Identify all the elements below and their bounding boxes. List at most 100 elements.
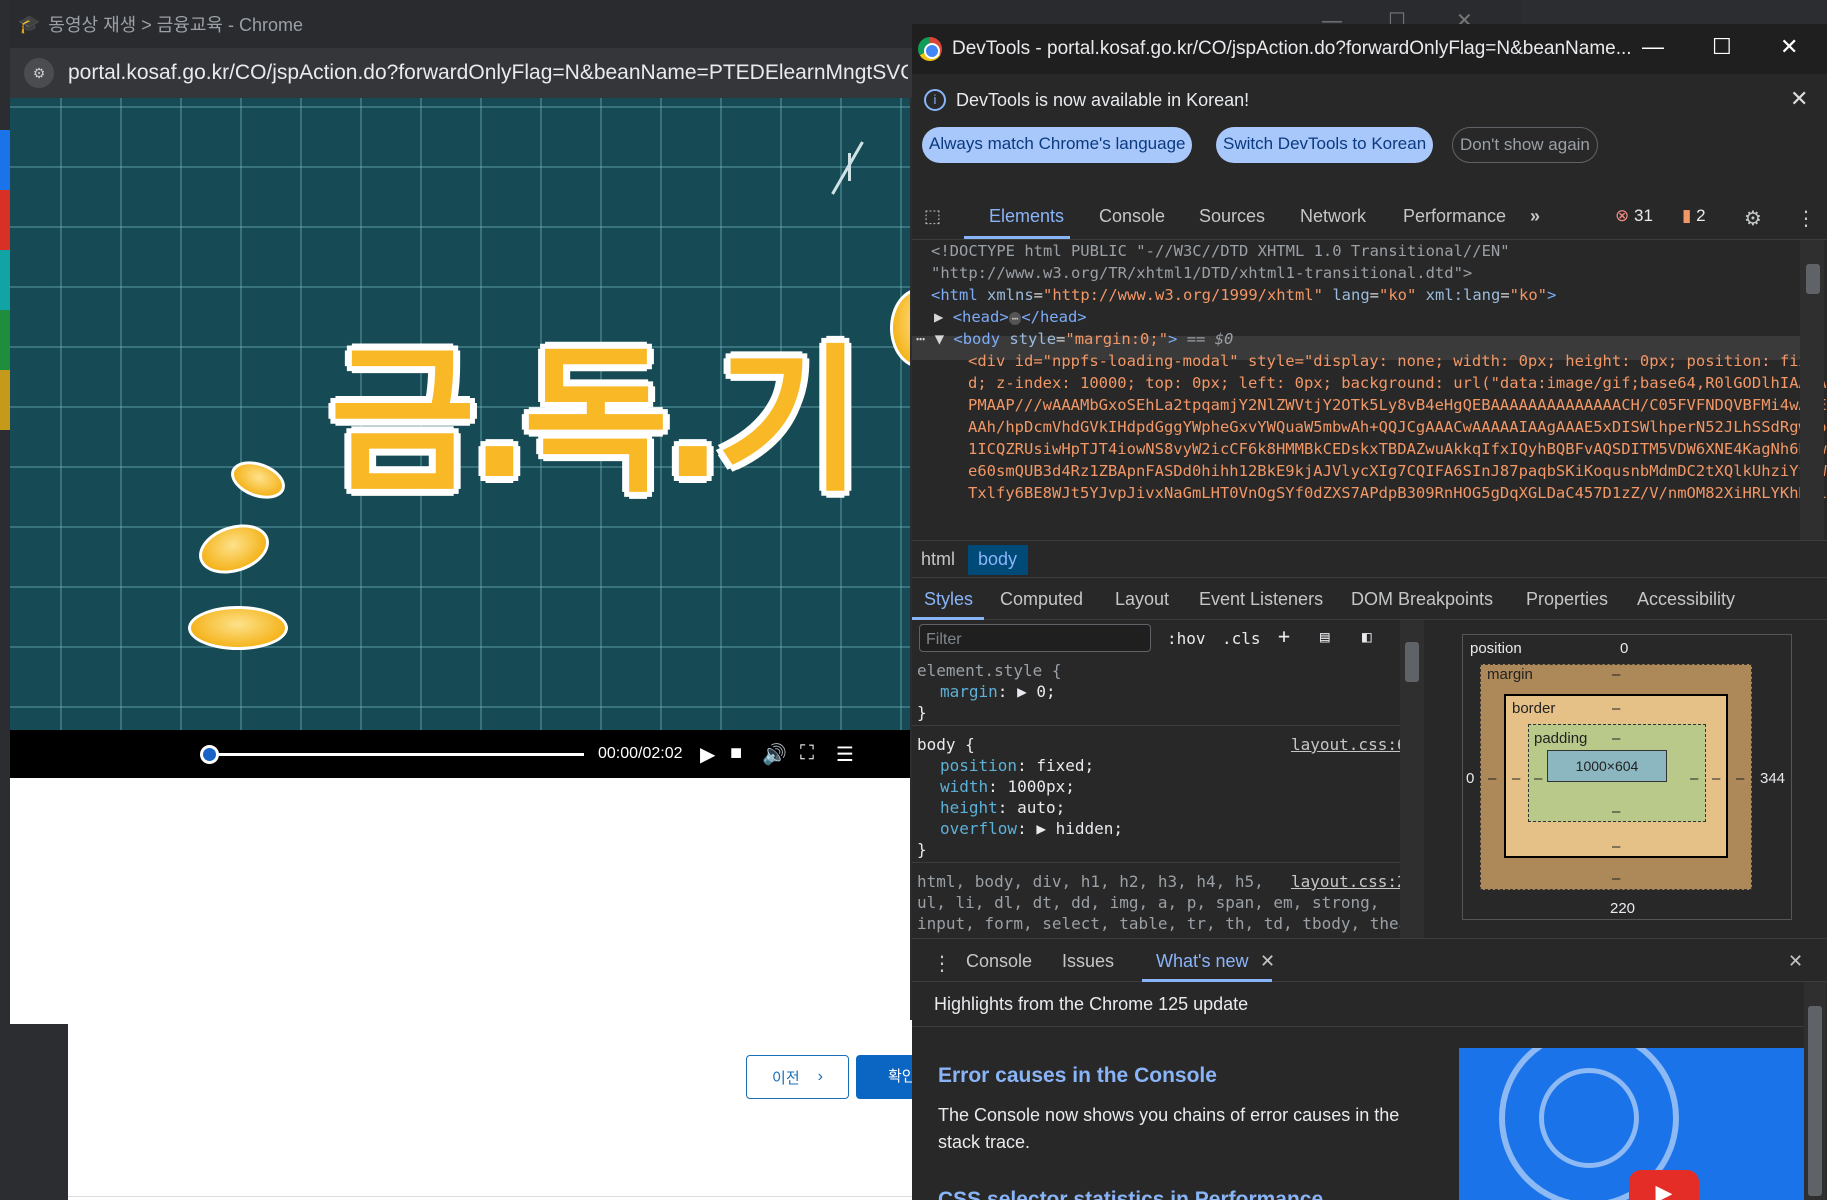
drawer-tab-issues[interactable]: Issues	[1062, 951, 1114, 972]
background-color-strip	[0, 130, 10, 430]
close-drawer-icon[interactable]: ✕	[1788, 951, 1803, 972]
whats-new-panel: Highlights from the Chrome 125 update Er…	[912, 982, 1827, 1200]
site-info-icon[interactable]: ⚙	[24, 58, 54, 88]
tab-network[interactable]: Network	[1300, 206, 1366, 227]
subtab-accessibility[interactable]: Accessibility	[1637, 589, 1735, 610]
div-node-line: 1ICQZRUsiwHpTJT4iowNS8vyW2icCF6k8HMMBkCE…	[968, 440, 1827, 458]
captions-icon[interactable]: ☰	[836, 742, 854, 767]
error-icon: ⊗	[1615, 206, 1630, 225]
video-thumbnail[interactable]: ▶	[1459, 1048, 1809, 1200]
tab-sources[interactable]: Sources	[1199, 206, 1265, 227]
dom-scrollbar[interactable]	[1800, 240, 1824, 540]
error-counter[interactable]: ⊗ 31	[1615, 206, 1653, 226]
whats-new-heading: Highlights from the Chrome 125 update	[934, 994, 1249, 1014]
drawer-tab-whats-new[interactable]: What's new	[1156, 951, 1248, 972]
rule-close: }	[917, 840, 927, 859]
subtab-properties[interactable]: Properties	[1526, 589, 1608, 610]
html-node[interactable]: <html xmlns="http://www.w3.org/1999/xhtm…	[931, 284, 1556, 306]
close-tab-icon[interactable]: ✕	[1260, 951, 1275, 972]
style-declaration[interactable]: position: fixed;	[940, 755, 1094, 776]
video-player[interactable]: 금.독.기	[10, 98, 910, 730]
crumb-body[interactable]: body	[978, 549, 1017, 570]
subtab-dom-breakpoints[interactable]: DOM Breakpoints	[1351, 589, 1493, 610]
play-icon[interactable]: ▶	[700, 742, 715, 767]
prev-button-label: 이전	[772, 1069, 800, 1087]
devtools-titlebar: DevTools - portal.kosaf.go.kr/CO/jspActi…	[912, 24, 1827, 74]
maximize-icon[interactable]: ☐	[1712, 34, 1732, 60]
drawer-menu-icon[interactable]: ⋮	[932, 951, 952, 976]
inspect-element-icon[interactable]: ⬚	[924, 206, 941, 227]
styles-filter-input[interactable]: Filter	[919, 624, 1151, 652]
fullscreen-icon[interactable]: ⛶	[800, 742, 814, 765]
style-declaration[interactable]: height: auto;	[940, 797, 1065, 818]
progress-track[interactable]	[208, 753, 584, 756]
drawer-tabs: ⋮ Console Issues What's new ✕ ✕	[912, 938, 1827, 982]
border-right-value: –	[1712, 770, 1721, 787]
tab-elements[interactable]: Elements	[989, 206, 1064, 227]
prev-button[interactable]: 이전 ›	[746, 1055, 849, 1099]
always-match-language-button[interactable]: Always match Chrome's language	[922, 127, 1193, 163]
div-node-line: e60smQUB3d4Rz1ZBApnFASDd0hihh12BkE9kjAJV…	[968, 462, 1827, 480]
coin-image	[192, 516, 276, 582]
close-icon[interactable]: ✕	[1780, 34, 1798, 60]
head-node[interactable]: ▶ <head> ⋯ </head>	[934, 306, 1087, 330]
padding-bottom-value: –	[1612, 803, 1621, 820]
progress-knob[interactable]	[200, 745, 219, 764]
crumb-html[interactable]: html	[921, 549, 955, 570]
doctype-line: "http://www.w3.org/TR/xhtml1/DTD/xhtml1-…	[931, 264, 1473, 282]
tab-console[interactable]: Console	[1099, 206, 1165, 227]
minimize-icon[interactable]: —	[1642, 34, 1664, 60]
volume-icon[interactable]: 🔊	[762, 742, 787, 767]
margin-label: margin	[1487, 666, 1533, 683]
toggle-sidebar-icon[interactable]: ◧	[1362, 626, 1372, 647]
hov-toggle[interactable]: :hov	[1167, 628, 1206, 649]
margin-left-value: –	[1488, 770, 1497, 787]
popup-title: 동영상 재생 > 금융교육 - Chrome	[48, 15, 303, 35]
new-rule-icon[interactable]: +	[1278, 626, 1290, 647]
element-style-selector: element.style {	[917, 661, 1062, 680]
multi-selector: ul, li, dl, dt, dd, img, a, p, span, em,…	[917, 893, 1380, 912]
url-text[interactable]: portal.kosaf.go.kr/CO/jspAction.do?forwa…	[68, 61, 908, 85]
whats-new-scrollbar[interactable]	[1804, 982, 1826, 1200]
info-icon: i	[924, 89, 946, 111]
feature-link[interactable]: Error causes in the Console	[938, 1064, 1217, 1088]
more-tabs-icon[interactable]: »	[1530, 206, 1540, 227]
padding-left-value: –	[1534, 770, 1543, 787]
doctype-line: <!DOCTYPE html PUBLIC "-//W3C//DTD XHTML…	[931, 242, 1510, 260]
subtab-event-listeners[interactable]: Event Listeners	[1199, 589, 1323, 610]
paint-brush-icon[interactable]: ▤	[1320, 626, 1330, 647]
dom-tree[interactable]: <!DOCTYPE html PUBLIC "-//W3C//DTD XHTML…	[912, 240, 1827, 540]
style-declaration[interactable]: width: 1000px;	[940, 776, 1075, 797]
styles-scrollbar[interactable]	[1400, 620, 1424, 938]
position-right-value: 344	[1760, 770, 1786, 787]
dont-show-again-button[interactable]: Don't show again	[1452, 127, 1598, 163]
rule-divider	[912, 862, 1400, 863]
subtab-styles[interactable]: Styles	[924, 589, 973, 610]
gear-icon[interactable]: ⚙	[1744, 206, 1762, 231]
more-options-icon[interactable]: ⋮	[1796, 206, 1816, 231]
style-declaration[interactable]: overflow: ▶ hidden;	[940, 818, 1123, 839]
warning-count: 2	[1696, 206, 1706, 225]
source-link[interactable]: layout.css:2	[1291, 871, 1407, 892]
tab-performance[interactable]: Performance	[1403, 206, 1506, 227]
div-node-line: Txlfy6BE8WJt5YJvpJivxNaGmLHT0VnOgSYf0dZX…	[968, 484, 1827, 502]
youtube-play-icon[interactable]: ▶	[1629, 1170, 1699, 1200]
box-model-diagram: position 0 margin – – – – border – – – –…	[1432, 620, 1827, 938]
source-link[interactable]: layout.css:6	[1291, 734, 1407, 755]
feature-link[interactable]: CSS selector statistics in Performance	[938, 1188, 1323, 1200]
confirm-button[interactable]: 확인	[856, 1055, 916, 1099]
subtab-layout[interactable]: Layout	[1115, 589, 1169, 610]
feature-description: The Console now shows you chains of erro…	[938, 1105, 1400, 1152]
cls-toggle[interactable]: .cls	[1222, 628, 1261, 649]
switch-to-korean-button[interactable]: Switch DevTools to Korean	[1216, 127, 1434, 163]
body-selector: body {	[917, 735, 975, 754]
style-declaration[interactable]: margin: ▶ 0;	[940, 681, 1056, 702]
body-node[interactable]: ⋯ ▼ <body style="margin:0;"> == $0	[916, 328, 1233, 350]
subtab-computed[interactable]: Computed	[1000, 589, 1083, 610]
stop-icon[interactable]: ■	[730, 742, 742, 765]
drawer-tab-console[interactable]: Console	[966, 951, 1032, 972]
div-node-line[interactable]: <div id="nppfs-loading-modal" style="dis…	[968, 350, 1817, 372]
banner-close-icon[interactable]: ✕	[1790, 86, 1808, 112]
warning-counter[interactable]: ▮ 2	[1682, 206, 1706, 226]
position-value: 0	[1620, 640, 1629, 657]
